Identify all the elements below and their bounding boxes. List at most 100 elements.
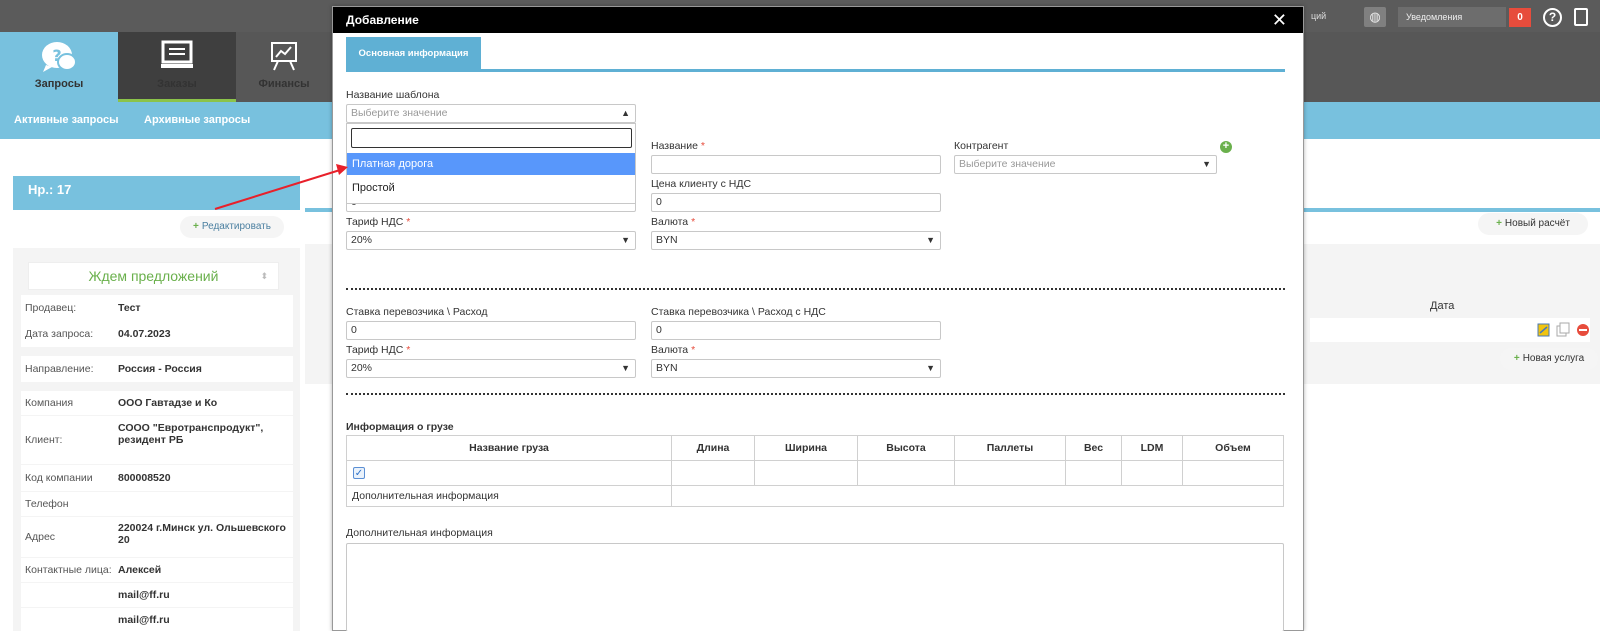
notifications-count-badge[interactable]: 0 <box>1509 8 1531 27</box>
caret-down-icon: ▼ <box>621 235 630 245</box>
info-row-address: Адрес 220024 г.Минск ул. Ольшевского 20 <box>21 517 293 557</box>
notifications-button[interactable]: Уведомления <box>1398 7 1506 27</box>
caret-up-icon: ▲ <box>621 108 630 118</box>
nav-label-orders: Заказы <box>157 78 197 90</box>
date-column-header: Дата <box>1430 300 1455 312</box>
cargo-addl-info-label: Дополнительная информация <box>346 485 672 507</box>
caret-down-icon: ▼ <box>926 363 935 373</box>
name-label: Название * <box>651 140 705 152</box>
info-row-direction: Направление: Россия - Россия <box>21 356 293 382</box>
col-length: Длина <box>671 435 755 461</box>
contractor-label: Контрагент <box>954 140 1009 152</box>
monitor-icon <box>161 40 193 68</box>
col-weight: Вес <box>1065 435 1122 461</box>
new-service-button[interactable]: + Новая услуга <box>1500 348 1598 370</box>
carrier-rate-vat-input[interactable]: 0 <box>651 321 941 340</box>
presentation-chart-icon <box>271 42 297 71</box>
archived-requests-link[interactable]: Архивные запросы <box>144 114 250 126</box>
plus-icon: + <box>193 221 199 232</box>
request-details-panel: Ждем предложений ⬍ Продавец: Тест Дата за… <box>13 248 300 631</box>
plus-icon: + <box>1496 218 1502 229</box>
info-row-email-2: mail@ff.ru <box>21 608 293 631</box>
addl-info-label: Дополнительная информация <box>346 527 493 539</box>
question-chat-icon: ? <box>42 42 77 72</box>
dropdown-search-input[interactable] <box>351 128 632 148</box>
tab-underline <box>346 69 1285 72</box>
document-icon[interactable] <box>1574 8 1588 26</box>
addl-info-textarea[interactable] <box>346 543 1284 631</box>
name-input[interactable] <box>651 155 941 174</box>
col-pallets: Паллеты <box>954 435 1066 461</box>
new-service-label: Новая услуга <box>1522 353 1585 364</box>
nav-label-finance: Финансы <box>258 78 310 90</box>
caret-down-icon: ▼ <box>621 363 630 373</box>
dialog-title: Добавление <box>346 13 419 27</box>
vat2-select[interactable]: 20% ▼ <box>346 359 636 378</box>
info-row-date: Дата запроса: 04.07.2023 <box>21 321 293 347</box>
help-icon[interactable]: ? <box>1543 8 1562 27</box>
client-price-input[interactable]: 0 <box>651 193 941 212</box>
col-height: Высота <box>857 435 955 461</box>
info-row-client: Клиент: СООО "Евротранспродукт", резидент… <box>21 416 293 464</box>
carrier-rate-input[interactable]: 0 <box>346 321 636 340</box>
cargo-section-title: Информация о грузе <box>346 421 454 433</box>
delete-icon[interactable] <box>1577 324 1589 336</box>
vat2-value: 20% <box>351 362 373 374</box>
svg-text:?: ? <box>52 46 61 65</box>
table-row: Дополнительная информация <box>346 485 1284 507</box>
copy-icon[interactable] <box>1556 322 1570 337</box>
active-requests-link[interactable]: Активные запросы <box>14 114 118 126</box>
topbar-partial-text: ций <box>1311 11 1327 21</box>
info-row-contacts: Контактные лица: Алексей <box>21 558 293 582</box>
client-price-label: Цена клиенту с НДС <box>651 178 752 190</box>
edit-button[interactable]: + Редактировать <box>180 216 284 238</box>
template-name-label: Название шаблона <box>346 89 440 101</box>
nav-item-requests[interactable]: ? Запросы <box>0 32 118 102</box>
currency-value: BYN <box>656 234 678 246</box>
plus-icon: + <box>1513 353 1520 364</box>
info-row-phone: Телефон <box>21 492 293 516</box>
template-placeholder: Выберите значение <box>351 107 448 119</box>
info-row-company: Компания ООО Гавтадзе и Ко <box>21 391 293 415</box>
currency-select[interactable]: BYN ▼ <box>651 231 941 250</box>
caret-down-icon: ▼ <box>926 235 935 245</box>
vat-select[interactable]: 20% ▼ <box>346 231 636 250</box>
caret-down-icon: ▼ <box>1202 159 1211 169</box>
template-name-select[interactable]: Выберите значение ▲ <box>346 104 636 123</box>
col-width: Ширина <box>754 435 858 461</box>
vat-label: Тариф НДС * <box>346 216 411 228</box>
new-calculation-label: Новый расчёт <box>1504 218 1570 229</box>
row-actions <box>1537 322 1593 341</box>
tab-main-info[interactable]: Основная информация <box>346 37 481 70</box>
carrier-rate-vat-label: Ставка перевозчика \ Расход с НДС <box>651 306 826 318</box>
globe-icon[interactable]: ◍ <box>1364 7 1386 27</box>
status-select[interactable]: Ждем предложений ⬍ <box>28 262 279 290</box>
dropdown-option-idle[interactable]: Простой <box>347 177 635 199</box>
template-dropdown-list: Платная дорога Простой <box>346 123 636 204</box>
close-icon[interactable]: ✕ <box>1272 9 1287 31</box>
add-contractor-icon[interactable]: + <box>1220 141 1232 153</box>
status-value: Ждем предложений <box>88 268 219 284</box>
nav-item-finance[interactable]: Финансы <box>236 32 332 102</box>
add-dialog: Добавление ✕ Основная информация Названи… <box>332 6 1304 631</box>
col-volume: Объем <box>1182 435 1284 461</box>
currency2-value: BYN <box>656 362 678 374</box>
cargo-table: Название груза Длина Ширина Высота Палле… <box>346 435 1284 507</box>
currency2-label: Валюта * <box>651 344 696 356</box>
dropdown-option-toll-road[interactable]: Платная дорога <box>347 153 635 175</box>
checkbox[interactable]: ✓ <box>353 467 365 479</box>
currency-label: Валюта * <box>651 216 696 228</box>
new-calculation-button[interactable]: + Новый расчёт <box>1478 213 1588 235</box>
info-row-company-code: Код компании 800008520 <box>21 465 293 491</box>
dialog-header: Добавление ✕ <box>333 7 1303 33</box>
nav-item-orders[interactable]: Заказы <box>118 32 236 102</box>
contractor-placeholder: Выберите значение <box>959 158 1056 170</box>
cargo-addl-info-input[interactable] <box>671 485 1284 507</box>
col-cargo-name: Название груза <box>346 435 672 461</box>
info-row-email-1: mail@ff.ru <box>21 583 293 607</box>
carrier-rate-label: Ставка перевозчика \ Расход <box>346 306 488 318</box>
contractor-select[interactable]: Выберите значение ▼ <box>954 155 1217 174</box>
edit-icon[interactable] <box>1537 323 1550 337</box>
currency2-select[interactable]: BYN ▼ <box>651 359 941 378</box>
vat-value: 20% <box>351 234 373 246</box>
